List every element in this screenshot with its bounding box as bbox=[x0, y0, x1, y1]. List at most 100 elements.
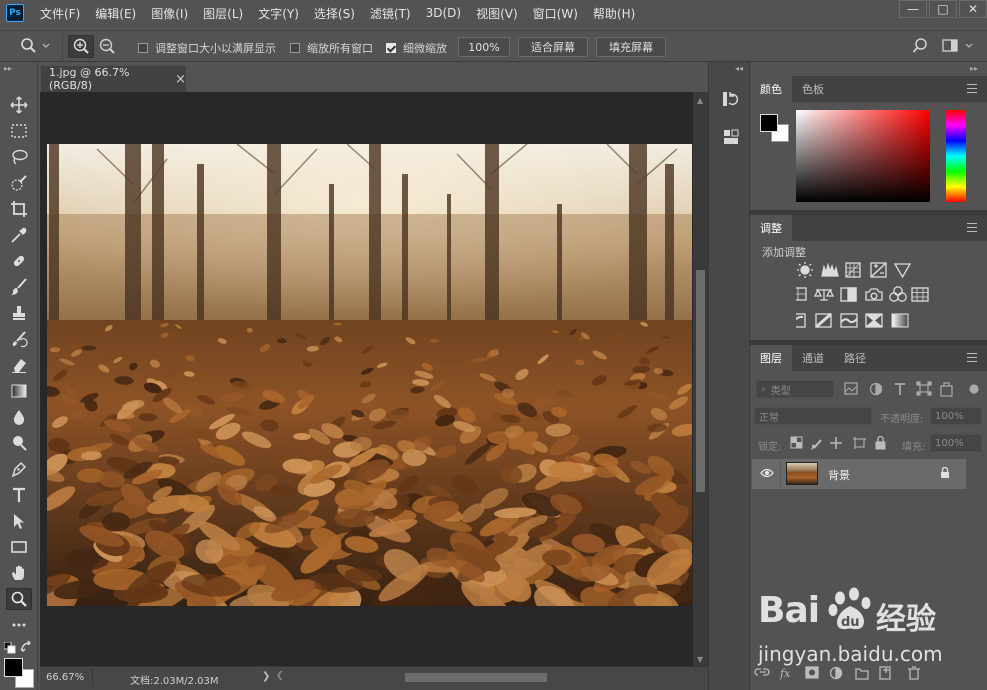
scrubby-zoom-checkbox[interactable] bbox=[386, 43, 396, 53]
status-menu-arrow[interactable]: ❯ bbox=[262, 671, 270, 682]
stamp-icon[interactable] bbox=[6, 302, 32, 324]
scroll-up-arrow[interactable]: ▲ bbox=[697, 96, 703, 105]
color-field[interactable] bbox=[796, 110, 930, 202]
hand-icon[interactable] bbox=[6, 562, 32, 584]
menu-select[interactable]: 选择(S) bbox=[314, 5, 355, 22]
layer-lock-icon[interactable] bbox=[940, 466, 950, 482]
tab-paths[interactable]: 路径 bbox=[834, 345, 876, 371]
menu-filter[interactable]: 滤镜(T) bbox=[370, 5, 411, 22]
collapse-arrows-icon[interactable]: ▸▸ bbox=[4, 64, 12, 73]
pen-icon[interactable] bbox=[6, 458, 32, 480]
zoom-all-checkbox[interactable] bbox=[290, 43, 300, 53]
eye-icon[interactable] bbox=[760, 467, 774, 482]
scroll-down-arrow[interactable]: ▼ bbox=[697, 655, 703, 664]
layer-name[interactable]: 背景 bbox=[828, 467, 850, 483]
resize-windows-checkbox[interactable] bbox=[138, 43, 148, 53]
zoom-tool-preset-icon[interactable] bbox=[20, 37, 50, 58]
tab-channels[interactable]: 通道 bbox=[792, 345, 834, 371]
blend-mode-select[interactable]: 正常 bbox=[754, 407, 872, 425]
svg-text:du: du bbox=[841, 615, 860, 630]
vertical-scroll-thumb[interactable] bbox=[696, 270, 705, 492]
filter-kind-label: 类型 bbox=[770, 385, 791, 397]
photoshop-logo[interactable]: Ps bbox=[6, 4, 24, 22]
adjustments-panel-tabs: 调整 bbox=[750, 215, 987, 241]
zoom-icon[interactable] bbox=[6, 588, 32, 610]
zoom-out-button[interactable] bbox=[96, 36, 118, 60]
gradient-icon[interactable] bbox=[6, 380, 32, 402]
history-brush-icon[interactable] bbox=[6, 328, 32, 350]
lock-icons[interactable] bbox=[790, 436, 890, 450]
baidu-brand-bai: Bai bbox=[758, 590, 820, 631]
baidu-brand-text: Bai bbox=[758, 590, 820, 631]
menu-window[interactable]: 窗口(W) bbox=[533, 5, 578, 22]
close-tab-icon[interactable]: × bbox=[175, 72, 186, 87]
maximize-button[interactable]: □ bbox=[929, 0, 957, 18]
hue-slider[interactable] bbox=[946, 110, 966, 202]
menu-file[interactable]: 文件(F) bbox=[40, 5, 80, 22]
horizontal-scroll-thumb[interactable] bbox=[405, 673, 547, 682]
type-icon[interactable] bbox=[6, 484, 32, 506]
tab-adjustments[interactable]: 调整 bbox=[750, 215, 792, 241]
layer-filter-icons[interactable] bbox=[844, 381, 984, 397]
menu-type[interactable]: 文字(Y) bbox=[258, 5, 299, 22]
zoom-level[interactable]: 66.67% bbox=[46, 672, 84, 683]
fill-field[interactable]: 100% bbox=[930, 434, 982, 452]
status-bar: 66.67% 文档:2.03M/2.03M ❯ ❮ bbox=[40, 666, 708, 690]
menu-help[interactable]: 帮助(H) bbox=[593, 5, 635, 22]
crop-icon[interactable] bbox=[6, 198, 32, 220]
tab-swatches[interactable]: 色板 bbox=[792, 76, 834, 102]
fit-screen-button[interactable]: 适合屏幕 bbox=[518, 37, 588, 57]
canvas-area[interactable] bbox=[40, 92, 708, 666]
adjustments-menu-icon[interactable] bbox=[967, 223, 977, 232]
rectangle-icon[interactable] bbox=[6, 536, 32, 558]
opacity-field[interactable]: 100% bbox=[930, 407, 982, 425]
workspace-icon[interactable] bbox=[942, 39, 978, 56]
more-tools-icon[interactable] bbox=[6, 614, 32, 636]
baidu-jingyan-text: 经验 bbox=[876, 602, 936, 637]
menu-3d[interactable]: 3D(D) bbox=[426, 6, 461, 20]
svg-text:fx: fx bbox=[779, 667, 791, 680]
search-icon[interactable] bbox=[912, 38, 928, 57]
path-select-icon[interactable] bbox=[6, 510, 32, 532]
tab-layers[interactable]: 图层 bbox=[750, 345, 792, 371]
layers-menu-icon[interactable] bbox=[967, 353, 977, 362]
collapse-panels-icon[interactable]: ▸▸ bbox=[970, 64, 978, 73]
foreground-color-swatch[interactable] bbox=[4, 658, 23, 677]
layer-row-background[interactable]: 背景 bbox=[752, 459, 966, 489]
eyedropper-icon[interactable] bbox=[6, 224, 32, 246]
healing-icon[interactable] bbox=[6, 250, 32, 272]
swap-colors-icon[interactable] bbox=[20, 640, 34, 657]
panel-foreground-swatch[interactable] bbox=[760, 114, 778, 132]
collapse-strip-icon[interactable]: ◂◂ bbox=[735, 64, 743, 73]
panel-icon-strip: ◂◂ bbox=[708, 62, 750, 690]
menu-layer[interactable]: 图层(L) bbox=[203, 5, 243, 22]
menu-view[interactable]: 视图(V) bbox=[476, 5, 518, 22]
layer-thumbnail[interactable] bbox=[786, 462, 818, 485]
color-panel-menu-icon[interactable] bbox=[967, 84, 977, 93]
document-tab[interactable]: 1.jpg @ 66.7%(RGB/8) × bbox=[41, 66, 186, 92]
zoom-all-option[interactable]: 缩放所有窗口 bbox=[290, 40, 373, 56]
scroll-left-arrow[interactable]: ❮ bbox=[276, 671, 284, 681]
close-button[interactable]: ✕ bbox=[959, 0, 987, 18]
zoom-100-button[interactable]: 100% bbox=[458, 37, 510, 57]
marquee-icon[interactable] bbox=[6, 120, 32, 142]
dodge-icon[interactable] bbox=[6, 432, 32, 454]
menu-edit[interactable]: 编辑(E) bbox=[95, 5, 136, 22]
fill-screen-button[interactable]: 填充屏幕 bbox=[596, 37, 666, 57]
3d-panel-icon[interactable] bbox=[722, 128, 740, 149]
lasso-icon[interactable] bbox=[6, 146, 32, 168]
menu-image[interactable]: 图像(I) bbox=[151, 5, 188, 22]
blur-icon[interactable] bbox=[6, 406, 32, 428]
default-colors-icon[interactable] bbox=[3, 641, 16, 657]
scrubby-zoom-option[interactable]: 细微缩放 bbox=[386, 40, 447, 56]
minimize-button[interactable]: — bbox=[899, 0, 927, 18]
move-icon[interactable] bbox=[6, 94, 32, 116]
tab-color[interactable]: 颜色 bbox=[750, 76, 792, 102]
zoom-in-button[interactable] bbox=[68, 35, 94, 58]
layer-filter-select[interactable]: ⌕ 类型 bbox=[756, 380, 834, 398]
brush-icon[interactable] bbox=[6, 276, 32, 298]
history-panel-icon[interactable] bbox=[722, 90, 740, 111]
quick-select-icon[interactable] bbox=[6, 172, 32, 194]
eraser-icon[interactable] bbox=[6, 354, 32, 376]
resize-windows-option[interactable]: 调整窗口大小以满屏显示 bbox=[138, 40, 276, 56]
